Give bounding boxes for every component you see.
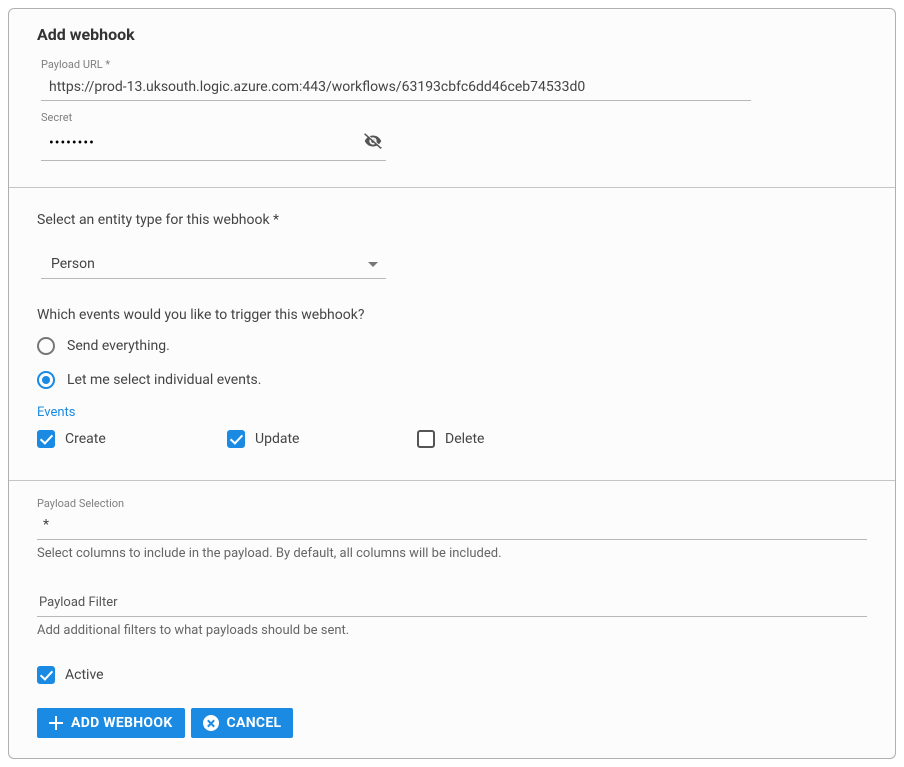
chevron-down-icon	[368, 262, 378, 267]
secret-label: Secret	[41, 111, 867, 124]
button-label: CANCEL	[227, 715, 282, 731]
checkbox-label: Create	[65, 431, 106, 447]
checkbox-create[interactable]: Create	[37, 430, 227, 448]
checkbox-update[interactable]: Update	[227, 430, 417, 448]
section-entity-events: Select an entity type for this webhook *…	[9, 188, 895, 480]
radio-icon	[37, 337, 55, 355]
radio-icon	[37, 371, 55, 389]
secret-input[interactable]	[49, 135, 362, 151]
events-question: Which events would you like to trigger t…	[37, 307, 867, 323]
payload-selection-value: *	[43, 517, 49, 533]
payload-url-input[interactable]	[41, 73, 751, 101]
visibility-toggle-icon[interactable]	[362, 130, 384, 156]
payload-selection-label: Payload Selection	[37, 497, 867, 510]
events-heading: Events	[37, 405, 867, 420]
checkbox-icon	[417, 430, 435, 448]
payload-filter-input[interactable]: Payload Filter	[37, 589, 867, 617]
add-webhook-panel: Add webhook Payload URL * Secret Selec	[8, 8, 896, 759]
section-payload: Payload Selection * Select columns to in…	[9, 481, 895, 758]
payload-url-field: Payload URL *	[41, 58, 867, 101]
checkbox-icon	[37, 666, 55, 684]
radio-label: Let me select individual events.	[67, 372, 261, 388]
payload-url-label: Payload URL *	[41, 58, 867, 71]
checkbox-delete[interactable]: Delete	[417, 430, 607, 448]
entity-type-value: Person	[51, 256, 368, 272]
payload-filter-helper: Add additional filters to what payloads …	[37, 623, 867, 638]
payload-selection-helper: Select columns to include in the payload…	[37, 546, 867, 561]
radio-select-individual[interactable]: Let me select individual events.	[37, 371, 867, 389]
payload-selection-input[interactable]: *	[37, 512, 867, 540]
checkbox-label: Active	[65, 667, 104, 683]
payload-filter-label: Payload Filter	[39, 595, 118, 610]
plus-icon	[49, 716, 63, 730]
button-label: ADD WEBHOOK	[71, 715, 173, 731]
radio-label: Send everything.	[67, 338, 170, 354]
cancel-button[interactable]: CANCEL	[191, 708, 294, 738]
page-title: Add webhook	[37, 25, 867, 44]
checkbox-label: Delete	[445, 431, 484, 447]
events-grid: Create Update Delete	[37, 430, 867, 464]
button-row: ADD WEBHOOK CANCEL	[37, 708, 867, 738]
section-basic: Add webhook Payload URL * Secret	[9, 9, 895, 187]
entity-type-label: Select an entity type for this webhook *	[37, 212, 867, 228]
checkbox-icon	[227, 430, 245, 448]
checkbox-icon	[37, 430, 55, 448]
secret-field: Secret	[41, 111, 867, 161]
payload-selection-field: Payload Selection * Select columns to in…	[37, 497, 867, 561]
checkbox-label: Update	[255, 431, 299, 447]
entity-type-select[interactable]: Person	[41, 250, 386, 279]
payload-filter-field: Payload Filter Add additional filters to…	[37, 589, 867, 638]
radio-send-everything[interactable]: Send everything.	[37, 337, 867, 355]
checkbox-active[interactable]: Active	[37, 666, 867, 684]
close-circle-icon	[203, 715, 219, 731]
add-webhook-button[interactable]: ADD WEBHOOK	[37, 708, 185, 738]
